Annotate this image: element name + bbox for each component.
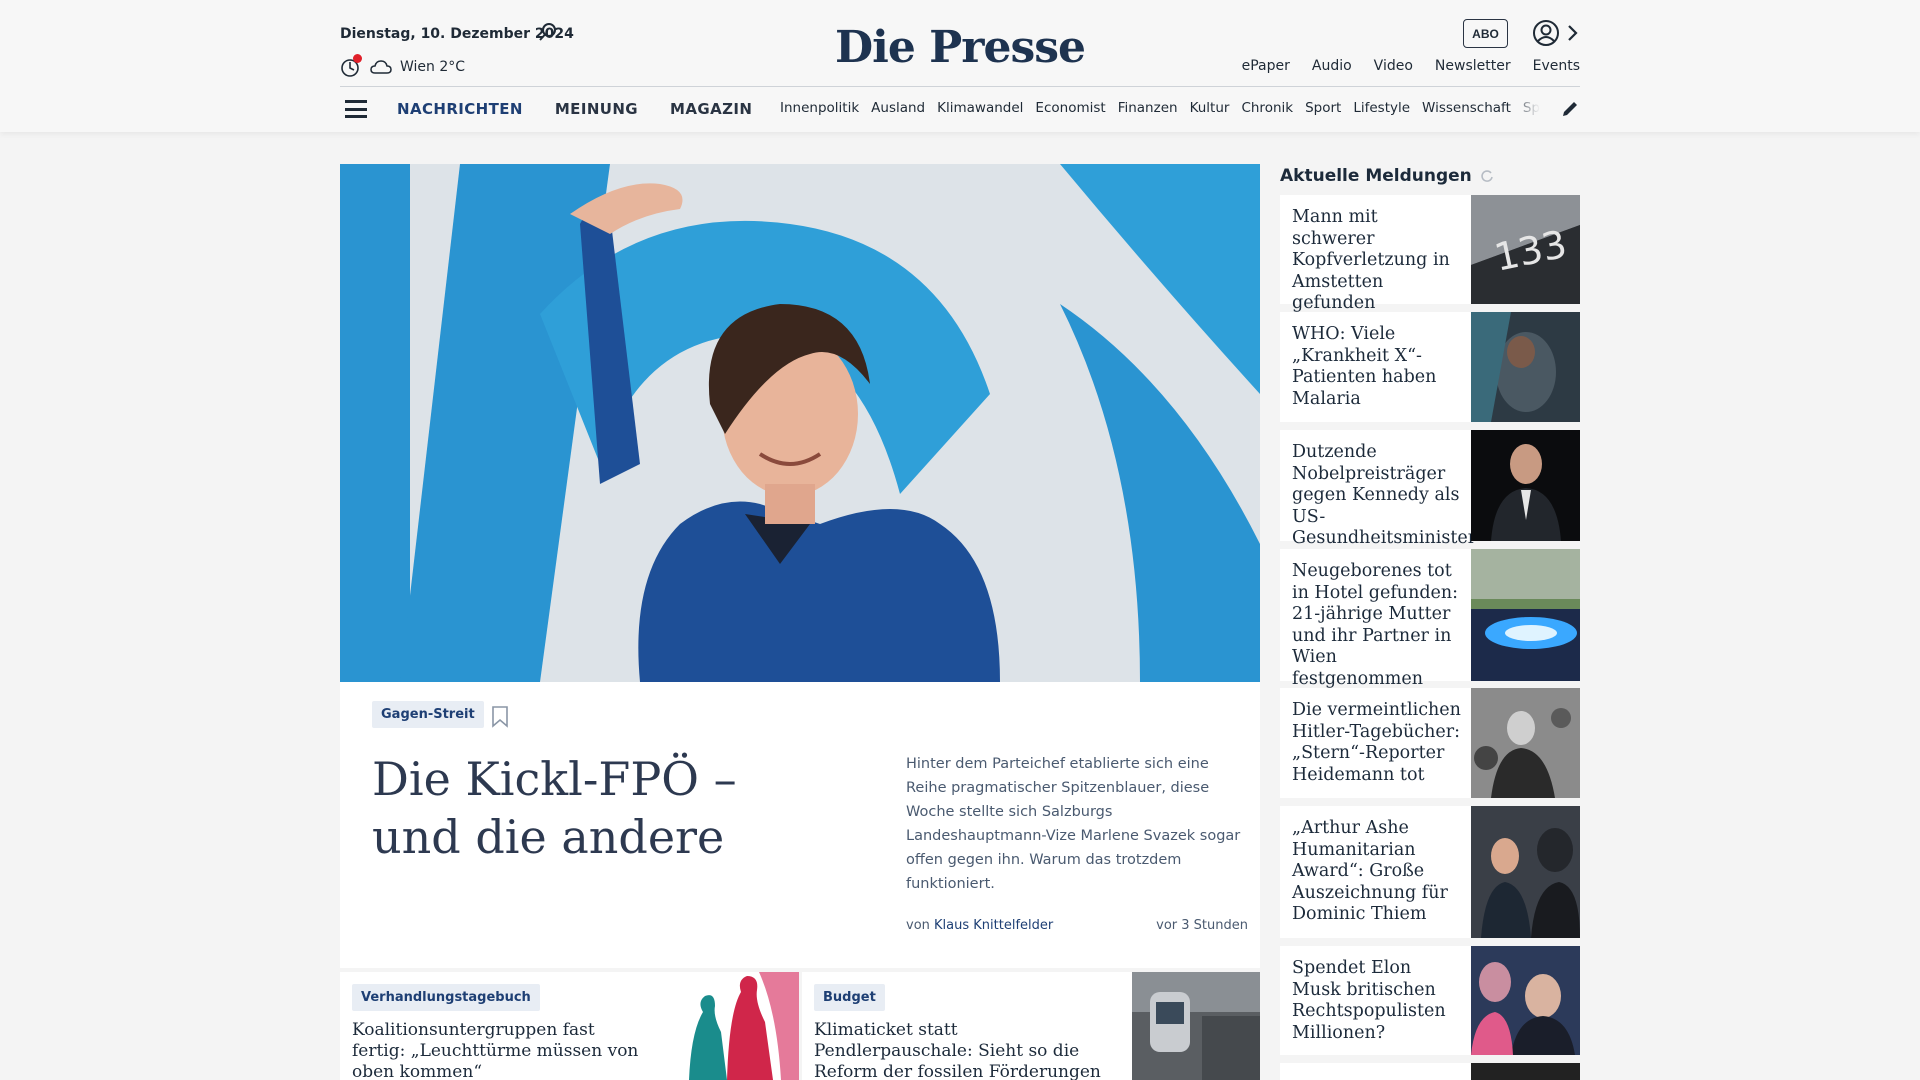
sidebar-item[interactable]: Mann mit schwerer Kopfverletzung in Amst… <box>1280 195 1580 313</box>
subnav-finanzen[interactable]: Finanzen <box>1118 100 1178 116</box>
hero-text: Gagen-Streit Die Kickl-FPÖ – und die and… <box>340 682 1260 968</box>
link-events[interactable]: Events <box>1533 58 1580 74</box>
menu-icon[interactable] <box>345 100 367 118</box>
sidebar-item-title[interactable]: Die vermeintlichen Hitler-Tagebücher: „S… <box>1292 700 1464 786</box>
subnav-lifestyle[interactable]: Lifestyle <box>1353 100 1410 116</box>
sidebar-item[interactable]: WHO: Viele „Krankheit X“-Patienten haben… <box>1280 312 1580 422</box>
bookmark-icon[interactable] <box>491 706 509 728</box>
card-image[interactable] <box>669 972 799 1080</box>
card-image[interactable] <box>1132 972 1260 1080</box>
sidebar-item-title[interactable]: „Arthur Ashe Humanitarian Award“: Große … <box>1292 818 1464 926</box>
nav-nachrichten[interactable]: NACHRICHTEN <box>397 100 523 118</box>
site-header: Dienstag, 10. Dezember 2024 Wien 2°C Die… <box>0 0 1920 132</box>
article-card[interactable]: Budget Klimaticket statt Pendlerpauschal… <box>802 972 1260 1080</box>
sidebar-item-title[interactable]: Mann mit schwerer Kopfverletzung in Amst… <box>1292 207 1464 315</box>
sidebar-thumbnail[interactable] <box>1471 312 1580 422</box>
sidebar-item[interactable]: Die vermeintlichen Hitler-Tagebücher: „S… <box>1280 688 1580 798</box>
subnav-klimawandel[interactable]: Klimawandel <box>937 100 1023 116</box>
subnav-chronik[interactable]: Chronik <box>1241 100 1293 116</box>
card-tag[interactable]: Verhandlungstagebuch <box>352 984 540 1011</box>
abo-button[interactable]: ABO <box>1463 19 1508 48</box>
subnav-kultur[interactable]: Kultur <box>1190 100 1230 116</box>
card-headline[interactable]: Koalitionsuntergruppen fast fertig: „Leu… <box>352 1020 642 1080</box>
top-links: ePaper Audio Video Newsletter Events <box>1242 58 1580 74</box>
card-tag[interactable]: Budget <box>814 984 885 1011</box>
main-navigation: NACHRICHTEN MEINUNG MAGAZIN Innenpolitik… <box>340 92 1580 126</box>
sidebar-heading-label: Aktuelle Meldungen <box>1280 166 1472 186</box>
sidebar-item[interactable] <box>1280 1063 1580 1080</box>
article-card[interactable]: Verhandlungstagebuch Koalitionsuntergrup… <box>340 972 799 1080</box>
header-divider <box>340 86 1580 87</box>
author-link[interactable]: Klaus Knittelfelder <box>934 918 1053 933</box>
hero-headline[interactable]: Die Kickl-FPÖ – und die andere <box>372 750 792 866</box>
article-time: vor 3 Stunden <box>1156 918 1248 933</box>
sidebar-item[interactable]: Spendet Elon Musk britischen Rechtspopul… <box>1280 946 1580 1055</box>
subnav-wissenschaft[interactable]: Wissenschaft <box>1422 100 1511 116</box>
sidebar-item[interactable]: Neugeborenes tot in Hotel gefunden: 21-j… <box>1280 549 1580 689</box>
subnav-sport[interactable]: Sport <box>1305 100 1341 116</box>
sidebar-thumbnail[interactable] <box>1471 430 1580 541</box>
sidebar-thumbnail[interactable] <box>1471 549 1580 681</box>
hero-tag[interactable]: Gagen-Streit <box>372 701 484 728</box>
hero-photo <box>340 164 1260 682</box>
link-epaper[interactable]: ePaper <box>1242 58 1290 74</box>
nav-meinung[interactable]: MEINUNG <box>555 100 638 118</box>
subnav-spectrum[interactable]: Spectrum <box>1523 100 1540 116</box>
sidebar-thumbnail[interactable]: 133 <box>1471 195 1580 304</box>
sidebar-item-title[interactable]: Neugeborenes tot in Hotel gefunden: 21-j… <box>1292 561 1464 690</box>
sidebar-heading: Aktuelle Meldungen <box>1280 164 1580 188</box>
sidebar-thumbnail[interactable] <box>1471 688 1580 798</box>
nav-magazin[interactable]: MAGAZIN <box>670 100 752 118</box>
sidebar-thumbnail[interactable] <box>1471 806 1580 938</box>
byline-prefix: von <box>906 918 930 933</box>
link-audio[interactable]: Audio <box>1312 58 1352 74</box>
byline: von Klaus Knittelfelder <box>906 918 1053 933</box>
sidebar-item-title[interactable]: WHO: Viele „Krankheit X“-Patienten haben… <box>1292 324 1464 410</box>
sidebar-item[interactable]: „Arthur Ashe Humanitarian Award“: Große … <box>1280 806 1580 938</box>
sidebar-item[interactable]: Dutzende Nobelpreisträger gegen Kennedy … <box>1280 430 1580 548</box>
pencil-icon[interactable] <box>1560 99 1580 119</box>
sidebar-thumbnail[interactable] <box>1471 1063 1580 1080</box>
hero-teaser: Hinter dem Parteichef etablierte sich ei… <box>906 756 1241 892</box>
subnav-innenpolitik[interactable]: Innenpolitik <box>780 100 859 116</box>
subnav-economist[interactable]: Economist <box>1035 100 1105 116</box>
hero-article[interactable]: Gagen-Streit Die Kickl-FPÖ – und die and… <box>340 164 1260 968</box>
refresh-icon[interactable] <box>1480 169 1494 183</box>
sidebar-item-title[interactable]: Dutzende Nobelpreisträger gegen Kennedy … <box>1292 442 1476 550</box>
card-headline[interactable]: Klimaticket statt Pendlerpauschale: Sieh… <box>814 1020 1104 1080</box>
link-newsletter[interactable]: Newsletter <box>1435 58 1511 74</box>
link-video[interactable]: Video <box>1374 58 1413 74</box>
subnav-ausland[interactable]: Ausland <box>871 100 925 116</box>
latest-news-sidebar: Aktuelle Meldungen Mann mit schwerer Kop… <box>1280 164 1580 1080</box>
header-inner: Dienstag, 10. Dezember 2024 Wien 2°C Die… <box>340 0 1580 132</box>
sidebar-thumbnail[interactable] <box>1471 946 1580 1055</box>
user-account-icon[interactable] <box>1532 19 1560 47</box>
section-nav: NACHRICHTEN MEINUNG MAGAZIN <box>397 100 752 118</box>
chevron-right-icon[interactable] <box>1566 23 1580 43</box>
sub-navigation: Innenpolitik Ausland Klimawandel Economi… <box>780 100 1540 116</box>
hero-image[interactable] <box>340 164 1260 682</box>
sidebar-item-title[interactable]: Spendet Elon Musk britischen Rechtspopul… <box>1292 958 1464 1044</box>
